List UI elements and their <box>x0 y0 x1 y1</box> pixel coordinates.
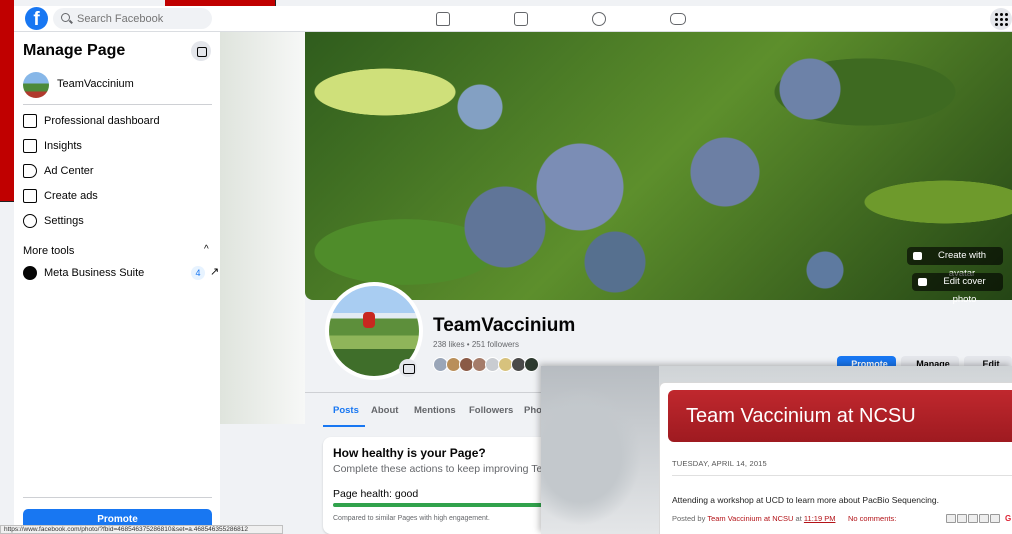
sidebar-item-insights[interactable]: Insights <box>23 136 213 158</box>
sidebar-item-ad-center[interactable]: Ad Center <box>23 161 213 183</box>
sidebar-item-settings[interactable]: Settings <box>23 211 213 233</box>
create-with-avatar-button[interactable]: Create with avatar <box>907 247 1003 279</box>
follower-avatar[interactable] <box>524 357 539 372</box>
blog-comments-link[interactable]: No comments: <box>848 514 896 523</box>
pinterest-share-icon[interactable] <box>990 514 1000 523</box>
gear-icon <box>23 214 37 228</box>
health-comparison-note: Compared to similar Pages with high enga… <box>333 515 490 522</box>
page-title: TeamVaccinium <box>433 315 576 336</box>
health-card-title: How healthy is your Page? <box>333 446 486 460</box>
sidebar-page-name: TeamVaccinium <box>57 78 134 90</box>
background-divider-left <box>0 201 14 202</box>
camera-icon[interactable] <box>399 359 417 377</box>
sidebar-item-label: Meta Business Suite <box>44 267 145 279</box>
blog-background-image <box>541 366 659 534</box>
insights-icon <box>23 139 37 153</box>
video-icon[interactable] <box>514 12 528 26</box>
sidebar-divider <box>23 104 212 105</box>
page-stats[interactable]: 238 likes • 251 followers <box>433 340 519 349</box>
health-card-subtitle: Complete these actions to keep improving… <box>333 463 557 475</box>
blog-post-body: Attending a workshop at UCD to learn mor… <box>672 495 939 505</box>
sidebar-title: Manage Page <box>23 42 126 59</box>
blog-divider <box>672 475 1012 476</box>
facebook-logo-icon[interactable]: f <box>25 7 48 30</box>
page-health-card: How healthy is your Page? Complete these… <box>323 437 563 534</box>
facebook-share-icon[interactable] <box>979 514 989 523</box>
page-health-bar <box>333 503 563 507</box>
sidebar-item-label: Settings <box>44 215 84 227</box>
tab-followers[interactable]: Followers <box>469 405 513 416</box>
avatar-icon <box>913 252 922 260</box>
chevron-up-icon[interactable]: ^ <box>204 244 209 255</box>
menu-grid-icon[interactable] <box>990 8 1012 30</box>
sidebar-item-label: Ad Center <box>44 165 94 177</box>
sidebar-page-switcher[interactable]: TeamVaccinium <box>23 72 213 98</box>
meta-business-suite-icon <box>23 266 37 280</box>
sidebar-item-professional-dashboard[interactable]: Professional dashboard <box>23 111 213 133</box>
google-share-icon[interactable]: G <box>1005 514 1012 523</box>
search-icon <box>61 13 70 22</box>
more-tools-heading: More tools <box>23 245 75 257</box>
twitter-share-icon[interactable] <box>968 514 978 523</box>
sidebar-item-label: Create ads <box>44 190 98 202</box>
blog-content-card: Team Vaccinium at NCSU TUESDAY, APRIL 14… <box>659 382 1012 534</box>
edit-cover-photo-button[interactable]: Edit cover photo <box>912 273 1003 305</box>
active-tab-indicator <box>323 425 365 427</box>
sidebar-item-create-ads[interactable]: Create ads <box>23 186 213 208</box>
collapse-sidebar-icon[interactable] <box>191 41 211 61</box>
megaphone-icon <box>23 164 37 178</box>
blog-post-time-link[interactable]: 11:19 PM <box>804 514 836 523</box>
email-share-icon[interactable] <box>946 514 956 523</box>
home-icon[interactable] <box>436 12 450 26</box>
notification-badge: 4 <box>191 266 205 280</box>
external-link-icon: ↗ <box>210 266 220 278</box>
sidebar-item-label: Insights <box>44 140 82 152</box>
browser-status-url: https://www.facebook.com/photo/?fbid=468… <box>0 525 283 534</box>
tab-posts[interactable]: Posts <box>333 405 359 416</box>
blog-post-date: TUESDAY, APRIL 14, 2015 <box>672 459 767 468</box>
sidebar-item-label: Professional dashboard <box>44 115 160 127</box>
camera-icon <box>918 278 927 286</box>
groups-icon[interactable] <box>592 12 606 26</box>
search-box[interactable] <box>53 8 212 29</box>
page-avatar <box>23 72 49 98</box>
blog-post-meta: Posted by Team Vaccinium at NCSU at 11:1… <box>672 514 897 523</box>
gaming-icon[interactable] <box>670 13 686 25</box>
cover-photo[interactable] <box>305 32 1012 300</box>
blog-header: Team Vaccinium at NCSU <box>668 390 1012 442</box>
blogger-window: Team Vaccinium at NCSU TUESDAY, APRIL 14… <box>541 366 1012 534</box>
background-window-fragment-left <box>0 0 14 202</box>
main-background <box>220 32 305 424</box>
dashboard-icon <box>23 114 37 128</box>
search-input[interactable] <box>77 11 207 26</box>
page-health-status: Page health: good <box>333 488 419 500</box>
page-health-bar-fill <box>333 503 557 507</box>
tab-mentions[interactable]: Mentions <box>414 405 456 416</box>
blog-this-icon[interactable] <box>957 514 967 523</box>
manage-page-sidebar: Manage Page TeamVaccinium Professional d… <box>14 32 220 534</box>
blog-title[interactable]: Team Vaccinium at NCSU <box>686 405 916 428</box>
sidebar-divider-bottom <box>23 497 212 498</box>
blog-author-link[interactable]: Team Vaccinium at NCSU <box>707 514 793 523</box>
sidebar-item-meta-business-suite[interactable]: Meta Business Suite 4 ↗ <box>23 263 219 285</box>
top-navigation-bar: f <box>14 6 1012 32</box>
tab-about[interactable]: About <box>371 405 398 416</box>
pencil-icon <box>23 189 37 203</box>
